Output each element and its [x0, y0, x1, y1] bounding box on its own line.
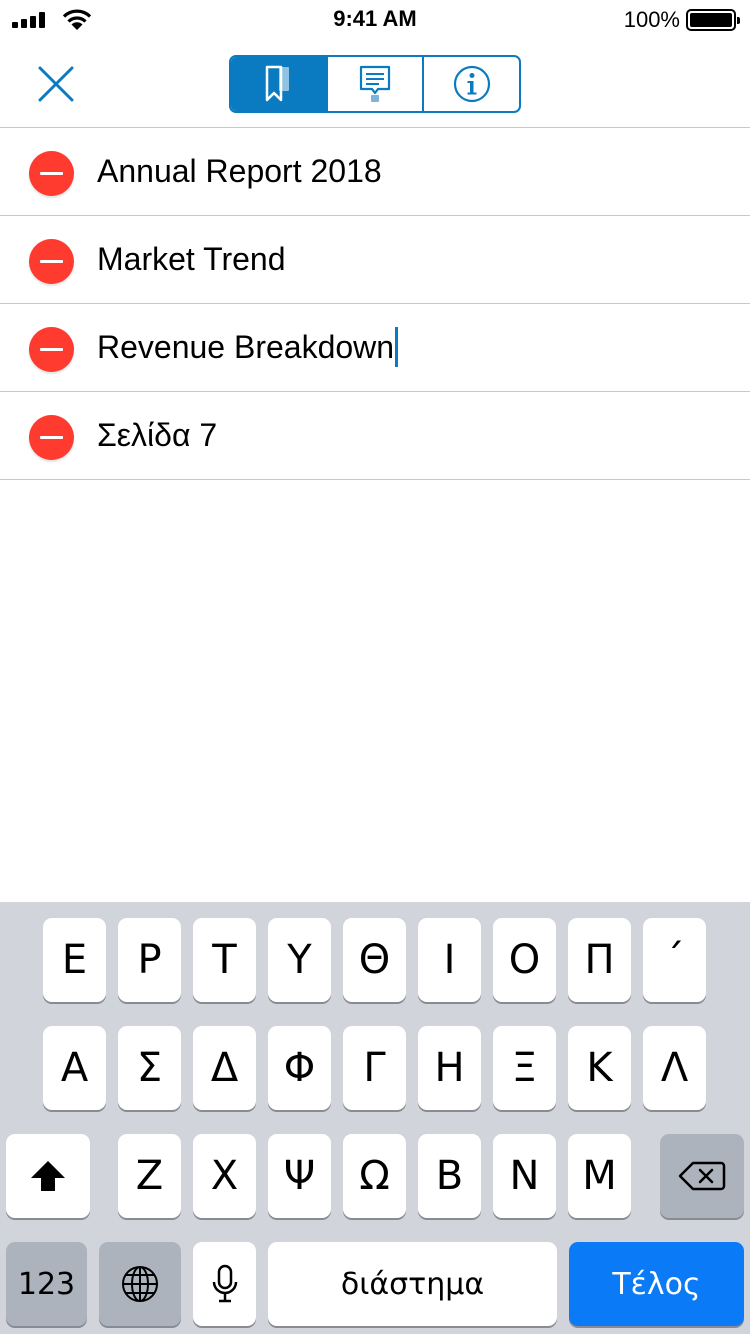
key[interactable]: Μ [568, 1134, 631, 1218]
key[interactable]: Σ [118, 1026, 181, 1110]
key[interactable]: Ι [418, 918, 481, 1002]
list-item: Σελίδα 7 [0, 392, 750, 480]
key[interactable]: Γ [343, 1026, 406, 1110]
key[interactable]: Θ [343, 918, 406, 1002]
key-tonos[interactable]: ´ [643, 918, 706, 1002]
key[interactable]: Τ [193, 918, 256, 1002]
key[interactable]: Κ [568, 1026, 631, 1110]
delete-button[interactable] [29, 151, 74, 196]
list-item: Market Trend [0, 216, 750, 304]
space-key[interactable]: διάστημα [268, 1242, 557, 1326]
key[interactable]: Π [568, 918, 631, 1002]
bookmark-title[interactable]: Market Trend [97, 239, 286, 279]
tab-annotations[interactable] [328, 57, 425, 111]
backspace-icon [678, 1161, 726, 1191]
bookmark-title-text: Revenue Breakdown [97, 329, 395, 365]
globe-icon [122, 1266, 158, 1302]
list-item: Revenue Breakdown [0, 304, 750, 392]
list-item: Annual Report 2018 [0, 128, 750, 216]
tab-bookmarks[interactable] [231, 57, 328, 111]
key[interactable]: Ξ [493, 1026, 556, 1110]
numbers-key[interactable]: 123 [6, 1242, 87, 1326]
key[interactable]: Ο [493, 918, 556, 1002]
minus-icon [40, 436, 63, 439]
tab-info[interactable] [424, 57, 519, 111]
status-bar: 9:41 AM 100% [0, 0, 750, 40]
minus-icon [40, 348, 63, 351]
key[interactable]: Α [43, 1026, 106, 1110]
key[interactable]: Φ [268, 1026, 331, 1110]
key[interactable]: Η [418, 1026, 481, 1110]
key[interactable]: Ρ [118, 918, 181, 1002]
greek-keyboard: Ε Ρ Τ Υ Θ Ι Ο Π ´ Α Σ Δ Φ Γ Η Ξ Κ Λ Ζ Χ … [0, 902, 750, 1334]
key[interactable]: Β [418, 1134, 481, 1218]
text-caret [395, 327, 399, 367]
minus-icon [40, 260, 63, 263]
globe-key[interactable] [99, 1242, 181, 1326]
close-icon[interactable] [36, 64, 76, 104]
bookmark-icon [266, 65, 290, 102]
key[interactable]: Ζ [118, 1134, 181, 1218]
delete-button[interactable] [29, 239, 74, 284]
key[interactable]: Υ [268, 918, 331, 1002]
minus-icon [40, 172, 63, 175]
key[interactable]: Χ [193, 1134, 256, 1218]
annotation-icon [359, 65, 391, 102]
bookmark-title[interactable]: Annual Report 2018 [97, 151, 382, 191]
microphone-icon [212, 1264, 237, 1303]
delete-button[interactable] [29, 327, 74, 372]
shift-icon [31, 1161, 65, 1191]
bookmark-title-field[interactable]: Revenue Breakdown [97, 327, 399, 367]
dictation-key[interactable] [193, 1242, 256, 1326]
key[interactable]: Λ [643, 1026, 706, 1110]
delete-button[interactable] [29, 415, 74, 460]
key[interactable]: Ν [493, 1134, 556, 1218]
backspace-key[interactable] [660, 1134, 744, 1218]
shift-key[interactable] [6, 1134, 90, 1218]
key[interactable]: Ψ [268, 1134, 331, 1218]
view-mode-segmented-control [229, 55, 521, 113]
bookmark-list: Annual Report 2018 Market Trend Revenue … [0, 128, 750, 480]
battery-percentage: 100% [623, 7, 680, 32]
battery-icon [686, 9, 740, 31]
key[interactable]: Ω [343, 1134, 406, 1218]
done-key[interactable]: Τέλος [569, 1242, 744, 1326]
key[interactable]: Ε [43, 918, 106, 1002]
info-icon [453, 65, 490, 103]
key[interactable]: Δ [193, 1026, 256, 1110]
bookmark-title[interactable]: Σελίδα 7 [97, 415, 217, 455]
